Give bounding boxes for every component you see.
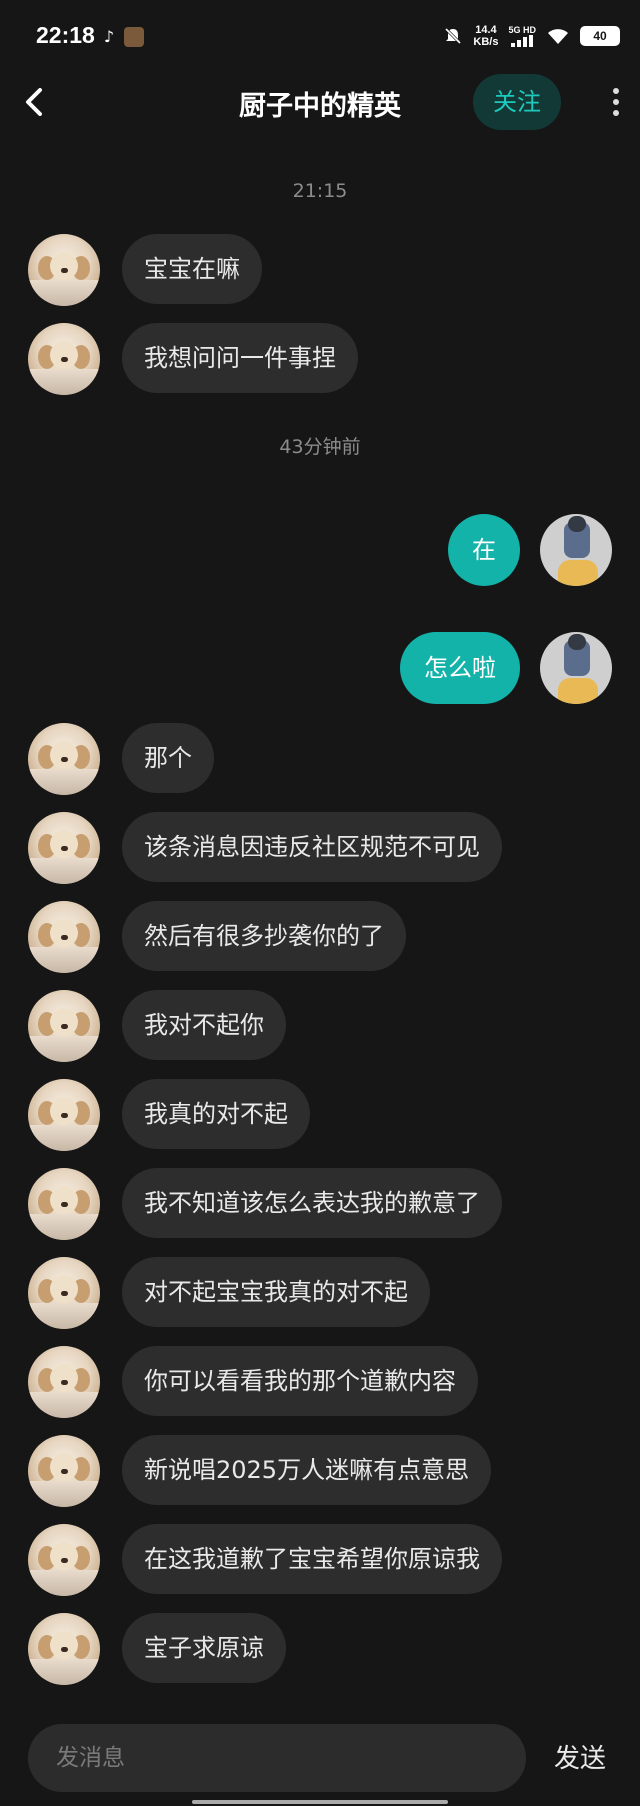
incoming-message-bubble[interactable]: 那个 bbox=[122, 723, 214, 793]
incoming-message-bubble[interactable]: 我不知道该怎么表达我的歉意了 bbox=[122, 1168, 502, 1238]
message-row: 我真的对不起 bbox=[0, 1079, 640, 1151]
wifi-icon bbox=[548, 29, 568, 44]
status-bar: 22:18 ♪ 14.4 KB/s 5G HD 40 bbox=[0, 0, 640, 74]
status-left-icons: ♪ bbox=[100, 27, 144, 47]
follow-button[interactable]: 关注 bbox=[473, 74, 561, 130]
contact-avatar[interactable] bbox=[28, 1257, 100, 1329]
incoming-message-bubble[interactable]: 新说唱2025万人迷嘛有点意思 bbox=[122, 1435, 492, 1505]
outgoing-message-bubble[interactable]: 在 bbox=[448, 514, 520, 586]
message-composer: 发送 bbox=[0, 1724, 640, 1794]
timestamp: 43分钟前 bbox=[279, 436, 361, 458]
contact-avatar[interactable] bbox=[28, 1079, 100, 1151]
net-speed: 14.4 KB/s bbox=[473, 24, 498, 48]
incoming-message-bubble[interactable]: 你可以看看我的那个道歉内容 bbox=[122, 1346, 478, 1416]
my-avatar[interactable] bbox=[540, 632, 612, 704]
message-row: 我不知道该怎么表达我的歉意了 bbox=[0, 1168, 640, 1240]
tiktok-icon: ♪ bbox=[103, 27, 115, 46]
timestamp: 21:15 bbox=[292, 180, 348, 202]
contact-avatar[interactable] bbox=[28, 901, 100, 973]
incoming-message-bubble[interactable]: 宝子求原谅 bbox=[122, 1613, 286, 1683]
contact-avatar[interactable] bbox=[28, 1435, 100, 1507]
message-row: 宝宝在嘛 bbox=[0, 234, 640, 306]
message-row: 该条消息因违反社区规范不可见 bbox=[0, 812, 640, 884]
contact-avatar[interactable] bbox=[28, 234, 100, 306]
contact-avatar[interactable] bbox=[28, 323, 100, 395]
incoming-message-bubble[interactable]: 对不起宝宝我真的对不起 bbox=[122, 1257, 430, 1327]
more-vertical-icon bbox=[613, 88, 619, 94]
message-row: 我对不起你 bbox=[0, 990, 640, 1062]
incoming-message-bubble[interactable]: 我真的对不起 bbox=[122, 1079, 310, 1149]
message-row: 那个 bbox=[0, 723, 640, 795]
message-row: 我想问问一件事捏 bbox=[0, 323, 640, 395]
net-speed-value: 14.4 bbox=[475, 24, 497, 36]
outgoing-message-bubble[interactable]: 怎么啦 bbox=[400, 632, 520, 704]
battery-icon: 40 bbox=[580, 26, 620, 46]
message-row: 然后有很多抄袭你的了 bbox=[0, 901, 640, 973]
incoming-message-bubble[interactable]: 在这我道歉了宝宝希望你原谅我 bbox=[122, 1524, 502, 1594]
contact-avatar[interactable] bbox=[28, 812, 100, 884]
incoming-message-bubble[interactable]: 该条消息因违反社区规范不可见 bbox=[122, 812, 502, 882]
status-time: 22:18 bbox=[36, 22, 95, 48]
contact-avatar[interactable] bbox=[28, 1524, 100, 1596]
message-row: 对不起宝宝我真的对不起 bbox=[0, 1257, 640, 1329]
status-right-icons: 14.4 KB/s 5G HD 40 bbox=[443, 24, 620, 48]
message-row: 你可以看看我的那个道歉内容 bbox=[0, 1346, 640, 1418]
my-avatar[interactable] bbox=[540, 514, 612, 586]
message-row: 在这我道歉了宝宝希望你原谅我 bbox=[0, 1524, 640, 1596]
more-options-button[interactable] bbox=[604, 82, 628, 122]
net-type: 5G HD bbox=[508, 25, 536, 35]
incoming-message-bubble[interactable]: 我想问问一件事捏 bbox=[122, 323, 358, 393]
home-indicator[interactable] bbox=[192, 1800, 448, 1804]
contact-avatar[interactable] bbox=[28, 1168, 100, 1240]
contact-avatar[interactable] bbox=[28, 723, 100, 795]
signal-icon bbox=[511, 35, 534, 47]
app-notification-icon bbox=[124, 27, 144, 47]
incoming-message-bubble[interactable]: 宝宝在嘛 bbox=[122, 234, 262, 304]
message-row: 在 bbox=[0, 514, 640, 586]
signal-group: 5G HD bbox=[508, 25, 536, 47]
contact-avatar[interactable] bbox=[28, 990, 100, 1062]
message-row: 怎么啦 bbox=[0, 632, 640, 704]
message-input[interactable] bbox=[28, 1724, 526, 1792]
mute-icon bbox=[445, 27, 462, 45]
more-vertical-icon-dot bbox=[613, 110, 619, 116]
more-vertical-icon-dot bbox=[613, 99, 619, 105]
contact-avatar[interactable] bbox=[28, 1346, 100, 1418]
chat-header: 厨子中的精英 关注 bbox=[0, 74, 640, 130]
incoming-message-bubble[interactable]: 然后有很多抄袭你的了 bbox=[122, 901, 406, 971]
message-row: 新说唱2025万人迷嘛有点意思 bbox=[0, 1435, 640, 1507]
net-speed-unit: KB/s bbox=[473, 36, 499, 48]
incoming-message-bubble[interactable]: 我对不起你 bbox=[122, 990, 286, 1060]
message-row: 宝子求原谅 bbox=[0, 1613, 640, 1685]
contact-avatar[interactable] bbox=[28, 1613, 100, 1685]
send-button[interactable]: 发送 bbox=[554, 1738, 606, 1775]
